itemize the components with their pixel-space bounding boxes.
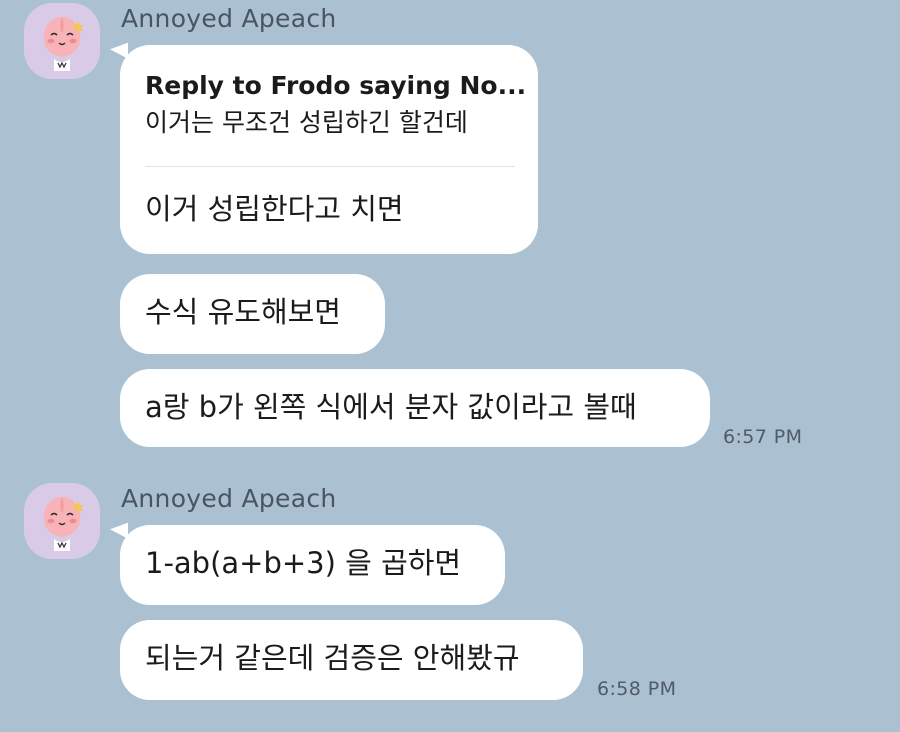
reply-divider (145, 166, 515, 167)
message-bubble[interactable]: 1-ab(a+b+3) 을 곱하면 (120, 525, 505, 605)
message-bubble[interactable]: 되는거 같은데 검증은 안해봤규 (120, 620, 583, 700)
message-timestamp: 6:58 PM (597, 678, 677, 700)
sender-avatar[interactable] (24, 483, 100, 559)
sender-avatar[interactable] (24, 3, 100, 79)
message-text: 수식 유도해보면 (145, 295, 341, 329)
reply-quote: 이거는 무조건 성립하긴 할건데 (145, 108, 468, 137)
reply-title: Reply to Frodo saying No... (145, 71, 527, 100)
apeach-avatar-icon (43, 497, 84, 551)
message-timestamp: 6:57 PM (723, 426, 803, 448)
message-text: 이거 성립한다고 치면 (145, 192, 404, 226)
message-bubble[interactable]: a랑 b가 왼쪽 식에서 분자 값이라고 볼때 (120, 369, 710, 447)
sender-name: Annoyed Apeach (121, 4, 337, 33)
sender-name: Annoyed Apeach (121, 484, 337, 513)
message-text: 되는거 같은데 검증은 안해봤규 (145, 641, 520, 675)
reply-message-bubble[interactable]: Reply to Frodo saying No... 이거는 무조건 성립하긴… (120, 45, 538, 254)
message-text: 1-ab(a+b+3) 을 곱하면 (145, 546, 462, 580)
apeach-avatar-icon (43, 17, 84, 71)
message-bubble[interactable]: 수식 유도해보면 (120, 274, 385, 354)
message-text: a랑 b가 왼쪽 식에서 분자 값이라고 볼때 (145, 390, 637, 424)
